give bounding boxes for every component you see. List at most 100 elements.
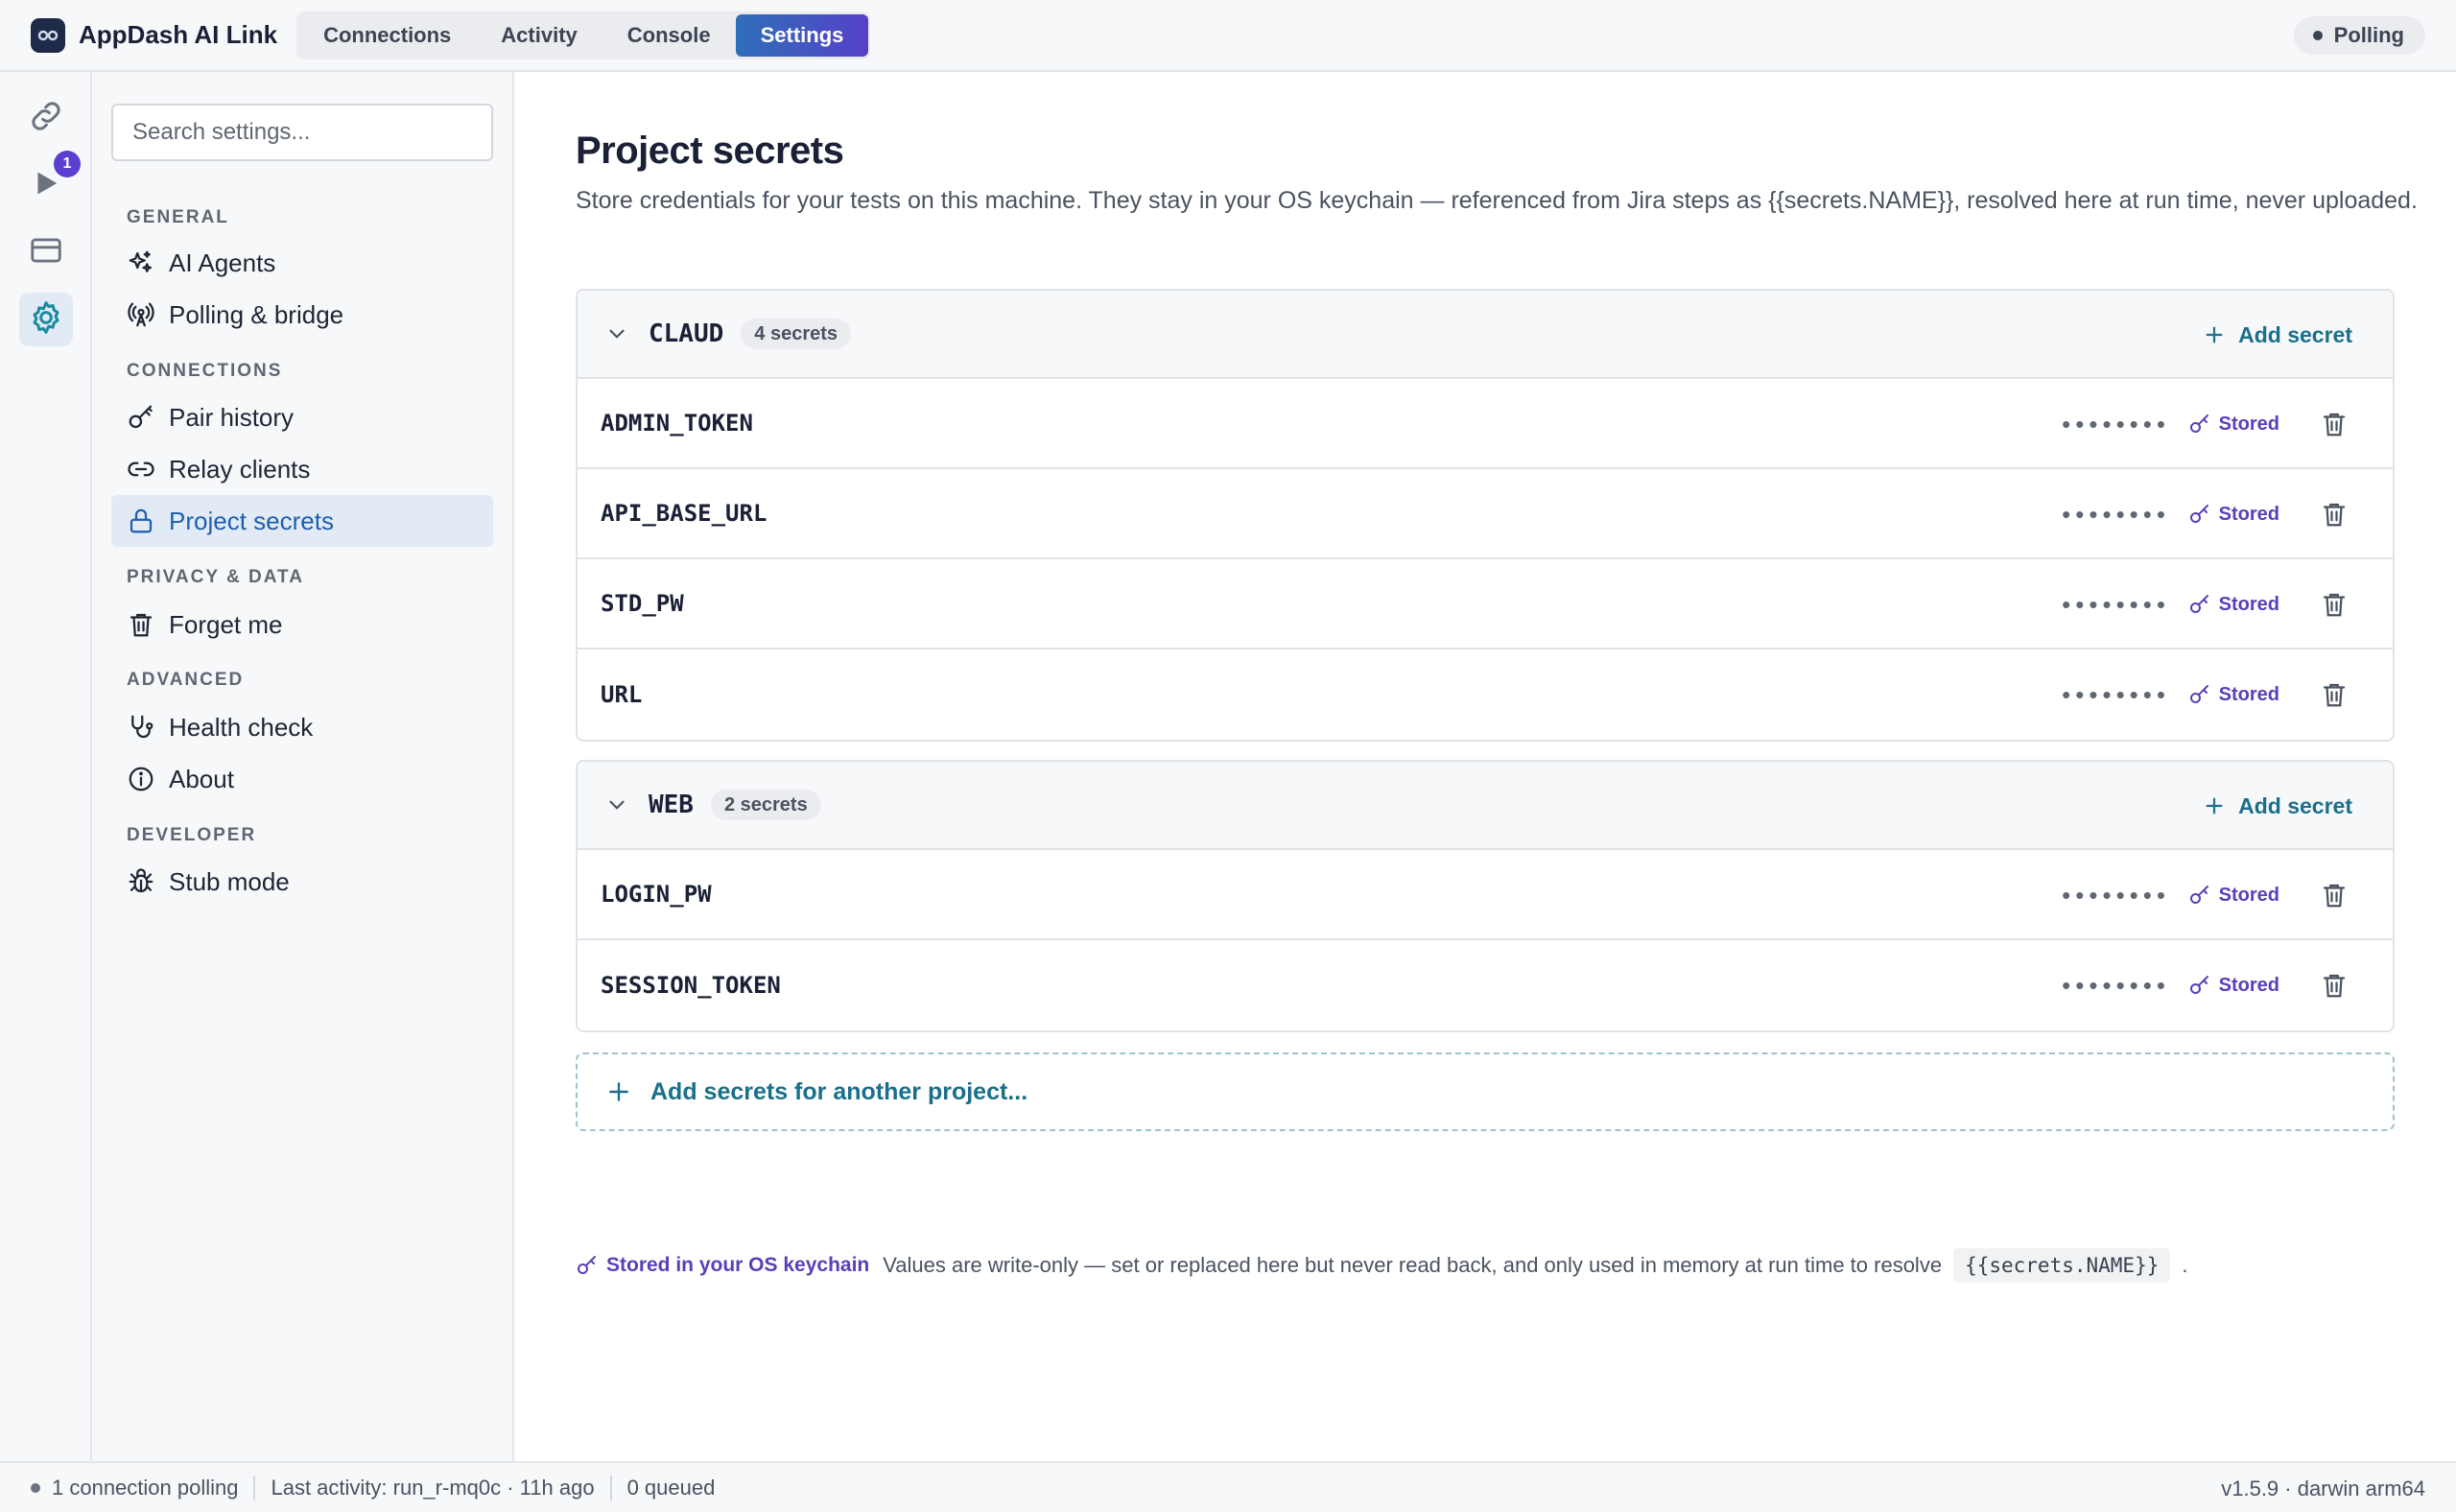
add-secret-button[interactable]: Add secret bbox=[2204, 762, 2352, 850]
search-settings-input[interactable] bbox=[111, 104, 493, 161]
project-name: WEB bbox=[649, 791, 694, 819]
stored-status: Stored bbox=[2188, 650, 2279, 740]
delete-secret-button[interactable] bbox=[2320, 850, 2349, 940]
sidebar-item-about[interactable]: About bbox=[111, 753, 493, 805]
masked-value[interactable]: •••••••• bbox=[2062, 379, 2170, 469]
sidebar-item-polling-bridge[interactable]: Polling & bridge bbox=[111, 289, 493, 341]
delete-secret-button[interactable] bbox=[2320, 559, 2349, 650]
delete-secret-button[interactable] bbox=[2320, 379, 2349, 469]
group-label-connections: CONNECTIONS bbox=[127, 361, 283, 381]
masked-value[interactable]: •••••••• bbox=[2062, 940, 2170, 1030]
masked-value[interactable]: •••••••• bbox=[2062, 850, 2170, 940]
sidebar-item-pair-history[interactable]: Pair history bbox=[111, 391, 493, 443]
add-secret-label: Add secret bbox=[2238, 321, 2352, 347]
rail-connections-button[interactable] bbox=[19, 91, 73, 145]
key-icon bbox=[2189, 505, 2208, 523]
polling-status[interactable]: Polling bbox=[2293, 16, 2425, 55]
trash-icon bbox=[2323, 974, 2346, 998]
key-icon bbox=[2189, 886, 2208, 904]
masked-value[interactable]: •••••••• bbox=[2062, 559, 2170, 650]
sidebar-item-label: Pair history bbox=[169, 402, 295, 432]
trash-icon bbox=[125, 608, 157, 641]
trash-icon bbox=[2323, 413, 2346, 437]
window-icon bbox=[28, 232, 64, 273]
left-rail: 1 bbox=[0, 72, 92, 1461]
add-secret-button[interactable]: Add secret bbox=[2204, 291, 2352, 379]
keychain-label: Stored in your OS keychain bbox=[576, 1254, 869, 1277]
delete-secret-button[interactable] bbox=[2320, 469, 2349, 559]
trash-icon bbox=[2323, 683, 2346, 707]
sidebar-item-relay-clients[interactable]: Relay clients bbox=[111, 443, 493, 495]
secret-name: SESSION_TOKEN bbox=[601, 972, 781, 999]
tab-console[interactable]: Console bbox=[602, 14, 736, 57]
group-label-developer: DEVELOPER bbox=[127, 825, 257, 845]
footnote-text: Values are write-only — set or replaced … bbox=[883, 1253, 1943, 1277]
trash-icon bbox=[2323, 593, 2346, 617]
plus-icon bbox=[2204, 324, 2225, 345]
stored-status: Stored bbox=[2188, 940, 2279, 1030]
page-title: Project secrets bbox=[576, 130, 844, 172]
sidebar-item-label: Relay clients bbox=[169, 454, 311, 484]
add-project-label: Add secrets for another project... bbox=[650, 1077, 1028, 1105]
table-row: LOGIN_PW •••••••• Stored bbox=[578, 850, 2393, 940]
sidebar-item-forget-me[interactable]: Forget me bbox=[111, 599, 493, 650]
main-content: Project secrets Store credentials for yo… bbox=[516, 72, 2456, 1461]
secret-name: API_BASE_URL bbox=[601, 500, 768, 527]
chevron-down-icon[interactable] bbox=[602, 791, 631, 819]
delete-secret-button[interactable] bbox=[2320, 940, 2349, 1030]
rail-settings-button[interactable] bbox=[19, 293, 73, 346]
delete-secret-button[interactable] bbox=[2320, 650, 2349, 740]
rail-console-button[interactable] bbox=[19, 225, 73, 279]
top-bar: AppDash AI Link Connections Activity Con… bbox=[0, 0, 2456, 72]
sidebar-item-health-check[interactable]: Health check bbox=[111, 701, 493, 753]
secrets-syntax-code: {{secrets.NAME}} bbox=[1953, 1248, 2171, 1283]
divider bbox=[253, 1475, 256, 1500]
divider bbox=[609, 1475, 612, 1500]
sidebar-item-stub-mode[interactable]: Stub mode bbox=[111, 856, 493, 908]
key-icon bbox=[2189, 414, 2208, 433]
project-card-web: WEB 2 secrets Add secret LOGIN_PW ••••••… bbox=[576, 760, 2395, 1032]
gear-icon bbox=[27, 298, 65, 342]
masked-value[interactable]: •••••••• bbox=[2062, 650, 2170, 740]
last-activity[interactable]: Last activity: run_r-mq0c · 11h ago bbox=[271, 1476, 594, 1500]
app-title: AppDash AI Link bbox=[79, 20, 278, 49]
sidebar-item-label: Project secrets bbox=[169, 506, 334, 535]
tab-settings[interactable]: Settings bbox=[735, 13, 869, 57]
table-row: URL •••••••• Stored bbox=[578, 650, 2393, 740]
connections-status: 1 connection polling bbox=[52, 1475, 239, 1500]
chevron-down-icon[interactable] bbox=[602, 319, 631, 348]
sidebar-item-label: Polling & bridge bbox=[169, 299, 344, 329]
trash-icon bbox=[2323, 503, 2346, 527]
sidebar-item-label: AI Agents bbox=[169, 248, 276, 277]
masked-value[interactable]: •••••••• bbox=[2062, 469, 2170, 559]
key-icon bbox=[125, 401, 157, 434]
add-project-secrets-button[interactable]: Add secrets for another project... bbox=[576, 1052, 2395, 1131]
stored-status: Stored bbox=[2188, 469, 2279, 559]
secret-name: STD_PW bbox=[601, 590, 684, 617]
keychain-footnote: Stored in your OS keychain Values are wr… bbox=[576, 1248, 2187, 1283]
page-description: Store credentials for your tests on this… bbox=[576, 187, 2418, 214]
table-row: API_BASE_URL •••••••• Stored bbox=[578, 469, 2393, 559]
secret-name: URL bbox=[601, 681, 643, 708]
sidebar-item-ai-agents[interactable]: AI Agents bbox=[111, 237, 493, 289]
sidebar-item-label: Forget me bbox=[169, 609, 283, 639]
queue-status: 0 queued bbox=[626, 1475, 716, 1500]
sidebar-item-project-secrets[interactable]: Project secrets bbox=[111, 495, 493, 547]
secret-name: ADMIN_TOKEN bbox=[601, 410, 753, 437]
tab-activity[interactable]: Activity bbox=[476, 14, 602, 57]
stored-status: Stored bbox=[2188, 559, 2279, 650]
plus-icon bbox=[2204, 795, 2225, 816]
table-row: SESSION_TOKEN •••••••• Stored bbox=[578, 940, 2393, 1030]
tab-connections[interactable]: Connections bbox=[298, 14, 476, 57]
stored-status: Stored bbox=[2188, 850, 2279, 940]
broadcast-icon bbox=[125, 298, 157, 331]
sidebar-item-label: Stub mode bbox=[169, 866, 290, 896]
group-label-privacy-data: PRIVACY & DATA bbox=[127, 567, 304, 587]
table-row: ADMIN_TOKEN •••••••• Stored bbox=[578, 379, 2393, 469]
group-label-general: GENERAL bbox=[127, 207, 229, 227]
key-icon bbox=[2189, 685, 2208, 703]
secret-count-badge: 4 secrets bbox=[741, 319, 852, 349]
rail-activity-button[interactable]: 1 bbox=[19, 151, 81, 212]
link-icon bbox=[125, 453, 157, 485]
sidebar-item-label: Health check bbox=[169, 712, 314, 742]
